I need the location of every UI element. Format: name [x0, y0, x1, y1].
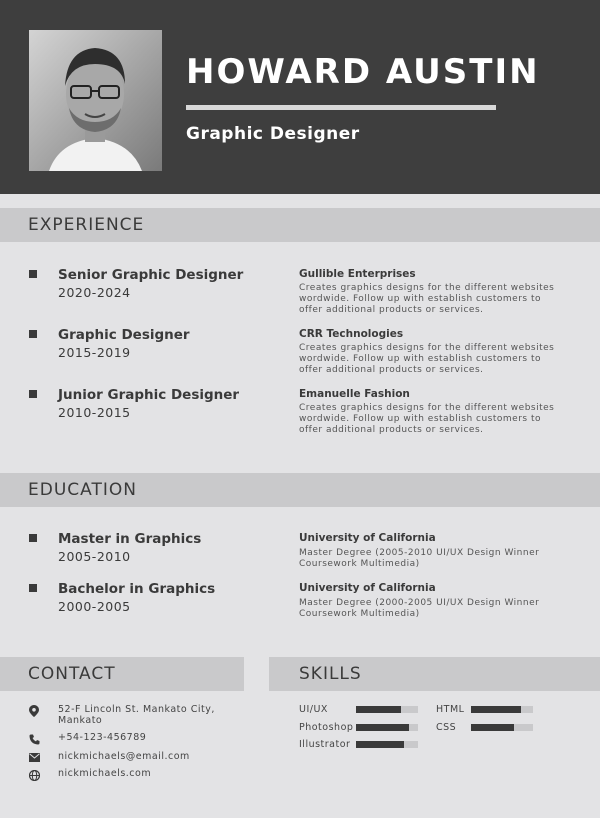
education-description: Master Degree (2005-2010 UI/UX Design Wi… [299, 548, 540, 569]
education-description: Master Degree (2000-2005 UI/UX Design Wi… [299, 598, 540, 619]
location-pin-icon [28, 705, 40, 717]
experience-years: 2020-2024 [58, 285, 131, 300]
experience-years: 2015-2019 [58, 345, 131, 360]
bullet-icon [29, 534, 37, 542]
skill-label: HTML [436, 704, 465, 715]
education-years: 2000-2005 [58, 599, 131, 614]
skill-meter-fill [356, 741, 405, 748]
name-divider [186, 105, 496, 110]
skill-meter-fill [356, 706, 401, 713]
skill-meter-fill [471, 724, 515, 731]
profile-photo-illustration [29, 30, 162, 171]
experience-description: Creates graphics designs for the differe… [299, 343, 555, 375]
experience-company: CRR Technologies [299, 328, 404, 340]
bullet-icon [29, 270, 37, 278]
education-school: University of California [299, 532, 436, 544]
experience-role: Senior Graphic Designer [58, 267, 244, 283]
skills-section-bar: SKILLS [269, 657, 600, 691]
skill-meter [356, 706, 418, 713]
experience-description: Creates graphics designs for the differe… [299, 283, 555, 315]
website-link[interactable]: nickmichaels.com [58, 768, 228, 779]
skill-meter [471, 706, 533, 713]
experience-role: Junior Graphic Designer [58, 387, 240, 403]
education-school: University of California [299, 582, 436, 594]
skill-meter [356, 724, 418, 731]
experience-section-bar: EXPERIENCE [0, 208, 600, 242]
education-heading: EDUCATION [28, 480, 137, 500]
contact-heading: CONTACT [28, 664, 116, 684]
experience-heading: EXPERIENCE [28, 215, 145, 235]
education-years: 2005-2010 [58, 549, 131, 564]
contact-section-bar: CONTACT [0, 657, 244, 691]
experience-company: Emanuelle Fashion [299, 388, 410, 400]
experience-description: Creates graphics designs for the differe… [299, 403, 555, 435]
experience-role: Graphic Designer [58, 327, 190, 343]
globe-icon [28, 769, 40, 781]
profile-photo [29, 30, 162, 171]
envelope-icon [28, 751, 40, 763]
candidate-title: Graphic Designer [186, 124, 360, 144]
skill-label: UI/UX [299, 704, 328, 715]
skills-heading: SKILLS [299, 664, 362, 684]
resume-header: HOWARD AUSTIN Graphic Designer [0, 0, 600, 194]
bullet-icon [29, 390, 37, 398]
bullet-icon [29, 584, 37, 592]
skill-label: Photoshop [299, 722, 354, 733]
skill-meter [471, 724, 533, 731]
education-section-bar: EDUCATION [0, 473, 600, 507]
skill-meter-fill [471, 706, 521, 713]
email-link[interactable]: nickmichaels@email.com [58, 751, 228, 762]
skill-label: CSS [436, 722, 457, 733]
phone-text: +54-123-456789 [58, 732, 147, 743]
candidate-name: HOWARD AUSTIN [186, 52, 540, 92]
experience-company: Gullible Enterprises [299, 268, 416, 280]
education-degree: Master in Graphics [58, 531, 202, 547]
education-degree: Bachelor in Graphics [58, 581, 216, 597]
skill-meter [356, 741, 418, 748]
address-text: 52-F Lincoln St. Mankato City, Mankato [58, 704, 215, 726]
phone-icon [28, 733, 40, 745]
bullet-icon [29, 330, 37, 338]
skill-meter-fill [356, 724, 409, 731]
experience-years: 2010-2015 [58, 405, 131, 420]
skill-label: Illustrator [299, 739, 351, 750]
